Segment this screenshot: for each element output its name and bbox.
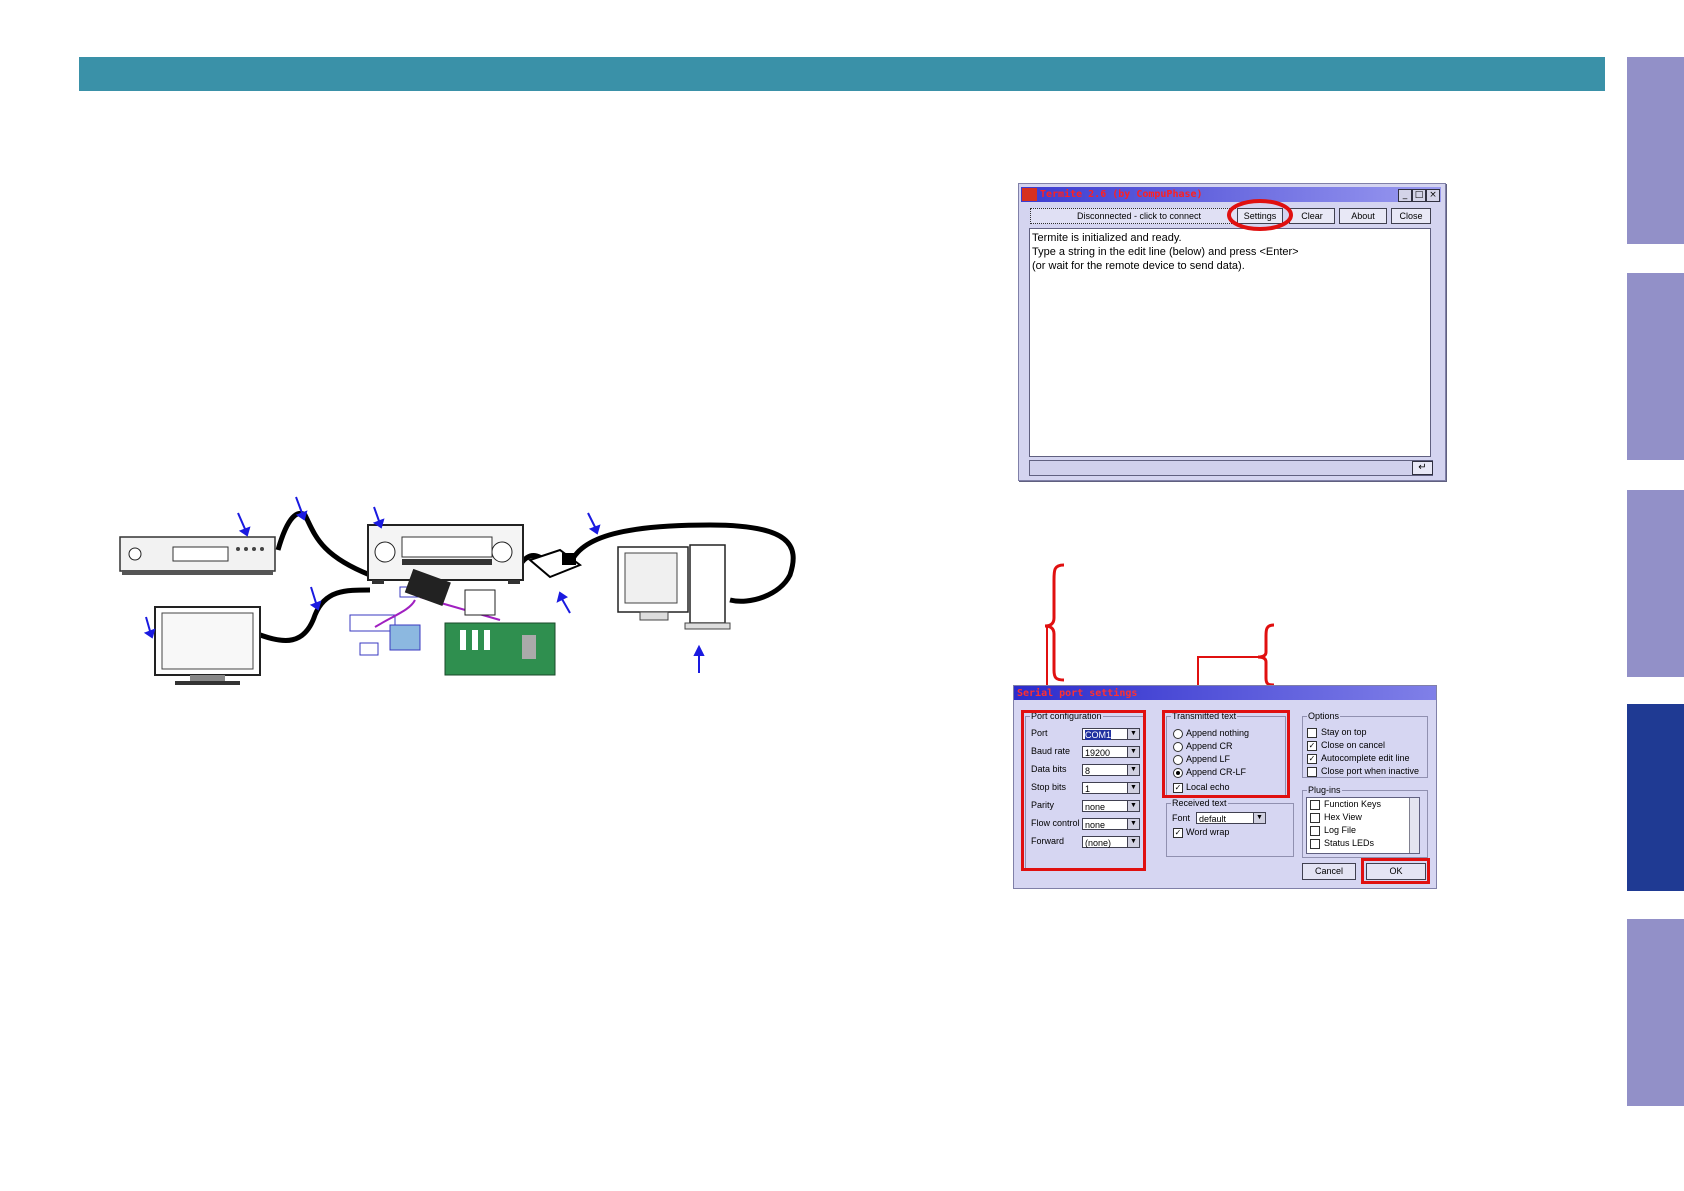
side-tab-2[interactable] bbox=[1627, 273, 1684, 460]
status-leds-checkbox[interactable] bbox=[1310, 839, 1320, 849]
output-line: Type a string in the edit line (below) a… bbox=[1032, 246, 1299, 258]
clear-button[interactable]: Clear bbox=[1289, 208, 1335, 224]
disc-player bbox=[119, 536, 276, 575]
plugin-item: Status LEDs bbox=[1324, 838, 1375, 848]
output-line: (or wait for the remote device to send d… bbox=[1032, 260, 1245, 272]
function-keys-checkbox[interactable] bbox=[1310, 800, 1320, 810]
side-tab-4-active[interactable] bbox=[1627, 704, 1684, 891]
font-label: Font bbox=[1172, 813, 1191, 823]
side-tab-5[interactable] bbox=[1627, 919, 1684, 1106]
cancel-button[interactable]: Cancel bbox=[1302, 863, 1356, 880]
plugin-item: Hex View bbox=[1324, 812, 1362, 822]
side-tab-3[interactable] bbox=[1627, 490, 1684, 677]
stay-on-top-label: Stay on top bbox=[1321, 727, 1367, 737]
terminal-output[interactable]: Termite is initialized and ready. Type a… bbox=[1029, 228, 1431, 457]
close-port-inactive-checkbox[interactable] bbox=[1307, 767, 1317, 777]
port-config-highlight bbox=[1021, 710, 1146, 871]
font-select[interactable]: default ▼ bbox=[1196, 812, 1266, 824]
scrollbar[interactable] bbox=[1409, 798, 1419, 853]
av-receiver bbox=[367, 524, 524, 584]
plugins-label: Plug-ins bbox=[1307, 784, 1342, 796]
connection-diagram bbox=[119, 496, 796, 685]
stay-on-top-checkbox[interactable] bbox=[1307, 728, 1317, 738]
output-line: Termite is initialized and ready. bbox=[1032, 232, 1182, 244]
plugin-item: Function Keys bbox=[1324, 799, 1382, 809]
edit-line-input[interactable] bbox=[1029, 460, 1433, 476]
header-bar bbox=[79, 57, 1605, 91]
close-icon[interactable]: × bbox=[1426, 189, 1440, 202]
serial-title: Serial port settings bbox=[1017, 688, 1138, 699]
about-button[interactable]: About bbox=[1339, 208, 1387, 224]
options-label: Options bbox=[1307, 710, 1341, 722]
autocomplete-checkbox[interactable]: ✓ bbox=[1307, 754, 1317, 764]
minimize-icon[interactable]: _ bbox=[1398, 189, 1412, 202]
television bbox=[154, 606, 261, 685]
autocomplete-label: Autocomplete edit line bbox=[1321, 753, 1410, 763]
computer bbox=[617, 544, 731, 630]
side-tab-1[interactable] bbox=[1627, 57, 1684, 244]
ok-button-highlight bbox=[1361, 858, 1430, 884]
chevron-down-icon[interactable]: ▼ bbox=[1253, 813, 1265, 823]
close-port-inactive-label: Close port when inactive bbox=[1321, 766, 1420, 776]
service-jig bbox=[349, 568, 556, 676]
enter-icon[interactable]: ↵ bbox=[1412, 461, 1433, 475]
hdmi-cable-player bbox=[275, 510, 371, 578]
close-on-cancel-label: Close on cancel bbox=[1321, 740, 1386, 750]
maximize-icon[interactable]: □ bbox=[1412, 189, 1426, 202]
termite-logo-icon bbox=[1022, 188, 1037, 201]
close-on-cancel-checkbox[interactable]: ✓ bbox=[1307, 741, 1317, 751]
serial-settings-dialog: Serial port settings Port configuration … bbox=[1013, 685, 1437, 889]
close-button[interactable]: Close bbox=[1391, 208, 1431, 224]
word-wrap-checkbox[interactable]: ✓ bbox=[1173, 828, 1183, 838]
transmitted-text-highlight bbox=[1162, 710, 1290, 798]
connect-status-button[interactable]: Disconnected - click to connect bbox=[1030, 208, 1248, 224]
serial-title-bar[interactable]: Serial port settings bbox=[1014, 686, 1436, 700]
termite-title: Termite 2.6 (by CompuPhase) bbox=[1040, 189, 1203, 200]
log-file-checkbox[interactable] bbox=[1310, 826, 1320, 836]
plugin-item: Log File bbox=[1324, 825, 1357, 835]
hex-view-checkbox[interactable] bbox=[1310, 813, 1320, 823]
word-wrap-label: Word wrap bbox=[1186, 827, 1230, 837]
received-text-label: Received text bbox=[1171, 797, 1228, 809]
settings-highlight bbox=[1227, 199, 1293, 231]
